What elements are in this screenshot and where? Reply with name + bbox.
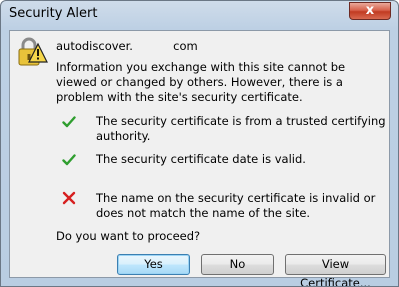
green-check-icon: [62, 154, 76, 166]
security-alert-window: Security Alert x autodiscover. com Infor…: [0, 0, 399, 287]
view-certificate-button[interactable]: View Certificate...: [285, 254, 386, 286]
proceed-question: Do you want to proceed?: [56, 229, 201, 243]
security-info-text: Information you exchange with this site …: [56, 60, 346, 104]
check-text: The security certificate date is valid.: [96, 152, 306, 166]
yes-button[interactable]: Yes: [117, 254, 190, 275]
check-text: The name on the security certificate is …: [96, 191, 376, 220]
close-button[interactable]: x: [349, 2, 391, 20]
green-check-icon: [62, 116, 76, 128]
red-x-icon: [62, 191, 76, 205]
close-icon: x: [365, 3, 375, 18]
dialog-body: autodiscover. com Information you exchan…: [9, 30, 390, 286]
security-warning-padlock-icon: [18, 37, 48, 66]
check-text: The security certificate is from a trust…: [96, 114, 386, 143]
no-button[interactable]: No: [201, 254, 274, 275]
title-bar[interactable]: Security Alert x: [1, 1, 398, 29]
window-title: Security Alert: [9, 6, 98, 21]
site-domain: autodiscover. com: [56, 39, 198, 53]
